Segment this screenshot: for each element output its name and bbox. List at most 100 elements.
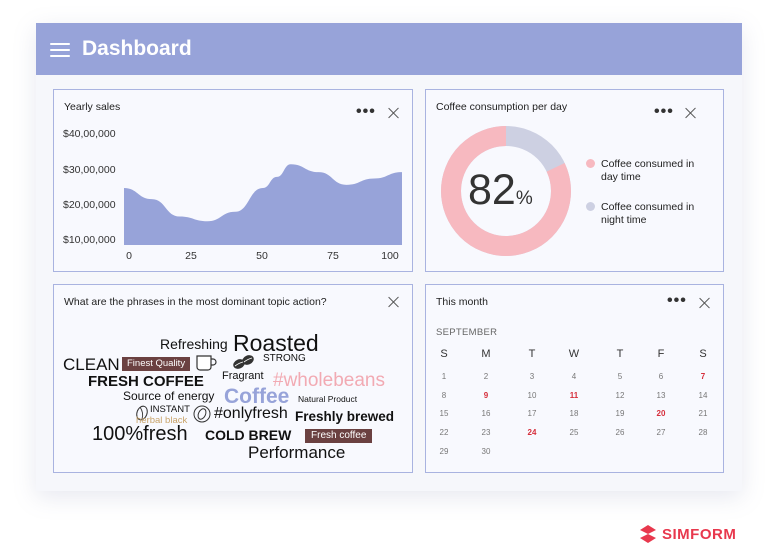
calendar-day[interactable]: 26 [616, 428, 625, 437]
word-cloud-phrase: COLD BREW [205, 427, 292, 443]
calendar-day[interactable]: 25 [570, 428, 579, 437]
word-cloud-phrase: CLEAN [63, 355, 120, 374]
calendar-day[interactable]: 10 [528, 391, 537, 400]
weekday-header: S [699, 348, 707, 360]
calendar-day[interactable]: 16 [482, 409, 491, 418]
card-title: This month [436, 296, 488, 308]
legend-dot [586, 159, 595, 168]
page-title: Dashboard [82, 37, 192, 60]
calendar-day[interactable]: 24 [528, 428, 537, 437]
calendar-day[interactable]: 11 [570, 391, 578, 400]
word-cloud-phrase: Refreshing [160, 336, 228, 352]
weekday-header: T [616, 348, 624, 360]
y-tick-label: $40,00,000 [63, 128, 116, 140]
word-cloud-phrase: Freshly brewed [295, 409, 395, 424]
word-cloud-phrase: Performance [248, 443, 346, 462]
word-cloud-phrase: Roasted [233, 330, 319, 356]
y-tick-label: $20,00,000 [63, 199, 116, 211]
dashboard-frame: Dashboard Yearly sales ••• $40,00,000 $3… [36, 23, 742, 491]
yearly-sales-area-chart [124, 164, 402, 245]
this-month-calendar-card: This month ••• SEPTEMBER SMTWTFS12345678… [425, 284, 724, 473]
coffee-cup-icon [196, 355, 217, 371]
word-cloud-tag: Finest Quality [122, 357, 191, 371]
calendar-day[interactable]: 18 [570, 409, 579, 418]
brand-name: SIMFORM [662, 526, 737, 543]
legend-dot [586, 202, 595, 211]
calendar-day[interactable]: 17 [528, 409, 537, 418]
weekday-header: S [440, 348, 448, 360]
word-cloud-tag: Fresh coffee [305, 429, 373, 443]
y-tick-label: $30,00,000 [63, 164, 116, 176]
word-cloud-phrase: Source of energy [123, 389, 215, 403]
coffee-beans-icon [233, 355, 254, 369]
calendar-day[interactable]: 9 [484, 391, 488, 400]
more-options-icon[interactable]: ••• [667, 293, 687, 309]
weekday-header: W [568, 348, 580, 360]
calendar-day[interactable]: 2 [484, 372, 488, 381]
calendar-day[interactable]: 29 [440, 447, 449, 456]
calendar-day[interactable]: 28 [699, 428, 708, 437]
word-cloud-phrase: #onlyfresh [214, 405, 288, 422]
word-cloud-phrase: 100%fresh [92, 423, 188, 445]
close-icon[interactable] [388, 296, 400, 308]
calendar-day[interactable]: 3 [530, 372, 534, 381]
calendar-day[interactable]: 27 [657, 428, 666, 437]
calendar-day[interactable]: 13 [657, 391, 666, 400]
x-tick-label: 25 [185, 250, 197, 262]
x-tick-label: 75 [327, 250, 339, 262]
word-cloud-phrase: #wholebeans [273, 370, 385, 391]
x-tick-label: 100 [381, 250, 399, 262]
card-title: What are the phrases in the most dominan… [64, 296, 327, 308]
close-icon[interactable] [699, 297, 711, 309]
calendar-day[interactable]: 5 [618, 372, 622, 381]
calendar-day[interactable]: 19 [616, 409, 625, 418]
weekday-header: M [481, 348, 491, 360]
word-cloud-phrase: INSTANT [150, 404, 190, 415]
legend-label: Coffee consumed in day time [601, 158, 695, 183]
card-title: Coffee consumption per day [436, 101, 568, 113]
simform-logo-icon [640, 525, 656, 543]
word-cloud-phrase: Coffee [224, 385, 290, 408]
calendar-day[interactable]: 30 [482, 447, 491, 456]
hamburger-menu-icon[interactable] [50, 43, 70, 57]
yearly-sales-card: Yearly sales ••• $40,00,000 $30,00,000 $… [53, 89, 413, 272]
dominant-phrases-card: What are the phrases in the most dominan… [53, 284, 413, 473]
word-cloud-phrase: STRONG [263, 353, 306, 364]
x-tick-label: 50 [256, 250, 268, 262]
word-cloud-phrase: Fragrant [222, 370, 264, 382]
coffee-bean-circle-icon [193, 405, 211, 423]
percent-sign: % [515, 188, 533, 209]
legend-item-night: Coffee consumed in night time [586, 201, 716, 229]
header-bar: Dashboard [36, 23, 742, 75]
calendar-day[interactable]: 15 [440, 409, 449, 418]
weekday-header: F [657, 348, 665, 360]
legend-label: Coffee consumed in night time [601, 201, 695, 226]
calendar-day[interactable]: 14 [699, 391, 708, 400]
calendar-day[interactable]: 8 [442, 391, 446, 400]
calendar-day[interactable]: 20 [657, 409, 666, 418]
calendar-day[interactable]: 4 [572, 372, 576, 381]
x-tick-label: 0 [126, 250, 132, 262]
word-cloud-phrase: FRESH COFFEE [88, 373, 204, 390]
calendar-day[interactable]: 7 [701, 372, 705, 381]
weekday-header: T [528, 348, 536, 360]
coffee-consumption-card: Coffee consumption per day ••• 82% Coffe… [425, 89, 724, 272]
close-icon[interactable] [685, 107, 697, 119]
word-cloud-phrase: Natural Product [298, 394, 358, 404]
percent-value: 82% [468, 166, 533, 215]
calendar-day[interactable]: 12 [616, 391, 625, 400]
legend-item-day: Coffee consumed in day time [586, 158, 716, 186]
sales-area-series [124, 164, 402, 245]
month-label: SEPTEMBER [436, 327, 498, 338]
percent-number: 82 [468, 166, 516, 214]
calendar-day[interactable]: 21 [699, 409, 708, 418]
calendar-day[interactable]: 23 [482, 428, 491, 437]
card-title: Yearly sales [64, 101, 121, 113]
calendar-day[interactable]: 6 [659, 372, 663, 381]
more-options-icon[interactable]: ••• [356, 104, 376, 120]
more-options-icon[interactable]: ••• [654, 104, 674, 120]
close-icon[interactable] [388, 107, 400, 119]
y-tick-label: $10,00,000 [63, 234, 116, 246]
calendar-day[interactable]: 1 [442, 372, 446, 381]
calendar-day[interactable]: 22 [440, 428, 449, 437]
